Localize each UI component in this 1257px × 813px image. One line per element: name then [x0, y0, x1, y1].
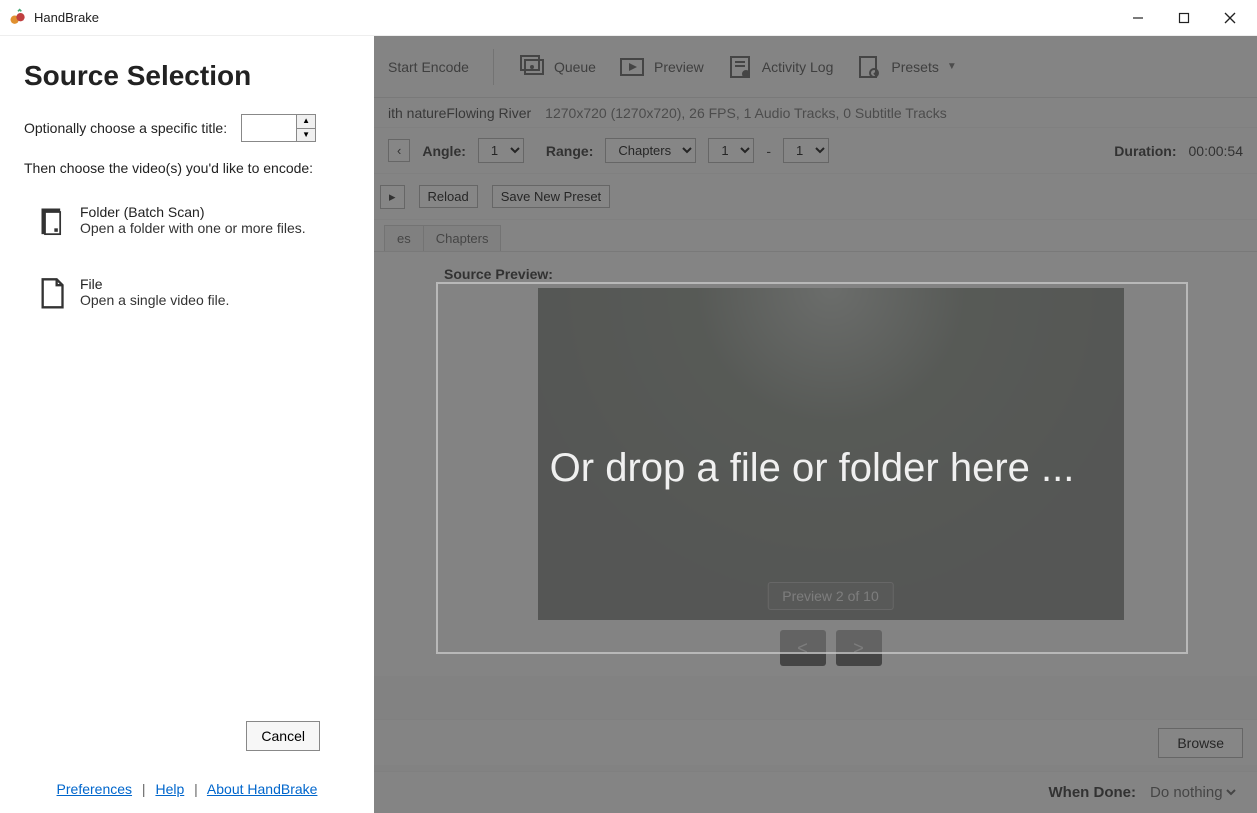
preset-expand-button[interactable]: ▸ [380, 185, 405, 209]
presets-icon [855, 53, 883, 81]
duration-value: 00:00:54 [1189, 143, 1244, 159]
browse-button[interactable]: Browse [1158, 728, 1243, 758]
folder-item-title: Folder (Batch Scan) [80, 204, 306, 220]
prev-title-button[interactable]: ‹ [388, 139, 410, 162]
optional-title-label: Optionally choose a specific title: [24, 120, 227, 136]
range-end-select[interactable]: 1 [783, 138, 829, 163]
main-panel: Start Encode Queue Preview Activity Log [374, 36, 1257, 813]
angle-label: Angle: [422, 143, 466, 159]
source-resolution: 1270x720 (1270x720), 26 FPS, 1 Audio Tra… [545, 105, 947, 121]
file-item-desc: Open a single video file. [80, 292, 229, 308]
help-link[interactable]: Help [155, 781, 184, 797]
preview-area: Source Preview: Preview 2 of 10 < > [374, 252, 1257, 676]
titlebar: HandBrake [0, 0, 1257, 36]
about-link[interactable]: About HandBrake [207, 781, 318, 797]
preview-counter: Preview 2 of 10 [767, 582, 894, 610]
minimize-button[interactable] [1115, 2, 1161, 34]
queue-icon [518, 53, 546, 81]
duration-label: Duration: [1114, 143, 1176, 159]
panel-heading: Source Selection [24, 60, 350, 92]
source-name: ith natureFlowing River [388, 105, 531, 121]
tab-partial[interactable]: es [384, 225, 424, 251]
folder-icon [38, 204, 66, 238]
log-icon [726, 53, 754, 81]
preview-prev-button[interactable]: < [780, 630, 826, 666]
preview-icon [618, 53, 646, 81]
start-encode-button[interactable]: Start Encode [388, 59, 469, 75]
save-new-preset-button[interactable]: Save New Preset [492, 185, 610, 208]
spin-up-button[interactable]: ▲ [297, 115, 315, 129]
preset-controls-row: ▸ Reload Save New Preset [374, 174, 1257, 220]
when-done-bar: When Done: Do nothing [374, 771, 1257, 813]
cancel-button[interactable]: Cancel [246, 721, 320, 751]
when-done-select[interactable]: Do nothing [1146, 783, 1239, 802]
chevron-down-icon: ▼ [947, 61, 957, 72]
file-icon [38, 276, 66, 310]
source-selection-panel: Source Selection Optionally choose a spe… [0, 36, 374, 813]
instruction-text: Then choose the video(s) you'd like to e… [24, 160, 350, 176]
preview-frame: Preview 2 of 10 [538, 288, 1124, 620]
preview-label: Source Preview: [444, 266, 1217, 282]
angle-select[interactable]: 1 [478, 138, 524, 163]
close-button[interactable] [1207, 2, 1253, 34]
queue-button[interactable]: Queue [518, 53, 596, 81]
preview-button[interactable]: Preview [618, 53, 704, 81]
range-start-select[interactable]: 1 [708, 138, 754, 163]
output-row: Browse [374, 719, 1257, 765]
reload-button[interactable]: Reload [419, 185, 478, 208]
spin-down-button[interactable]: ▼ [297, 129, 315, 142]
preview-next-button[interactable]: > [836, 630, 882, 666]
activity-log-button[interactable]: Activity Log [726, 53, 834, 81]
preferences-link[interactable]: Preferences [57, 781, 132, 797]
range-sep: - [766, 143, 771, 159]
folder-item-desc: Open a folder with one or more files. [80, 220, 306, 236]
footer-links: Preferences | Help | About HandBrake [24, 781, 350, 801]
open-file-item[interactable]: File Open a single video file. [24, 268, 350, 318]
toolbar: Start Encode Queue Preview Activity Log [374, 36, 1257, 98]
presets-button[interactable]: Presets ▼ [855, 53, 956, 81]
open-folder-item[interactable]: Folder (Batch Scan) Open a folder with o… [24, 196, 350, 246]
when-done-label: When Done: [1049, 784, 1137, 801]
tabs-row: es Chapters [374, 220, 1257, 252]
title-number-spinner[interactable]: ▲ ▼ [241, 114, 316, 142]
title-controls-row: ‹ Angle: 1 Range: Chapters 1 - 1 Duratio… [374, 128, 1257, 174]
range-type-select[interactable]: Chapters [605, 138, 696, 163]
tab-chapters[interactable]: Chapters [423, 225, 502, 251]
file-item-title: File [80, 276, 229, 292]
maximize-button[interactable] [1161, 2, 1207, 34]
window-title: HandBrake [34, 10, 99, 25]
range-label: Range: [546, 143, 593, 159]
source-info-bar: ith natureFlowing River 1270x720 (1270x7… [374, 98, 1257, 128]
title-number-input[interactable] [242, 115, 296, 141]
app-icon [8, 8, 28, 28]
